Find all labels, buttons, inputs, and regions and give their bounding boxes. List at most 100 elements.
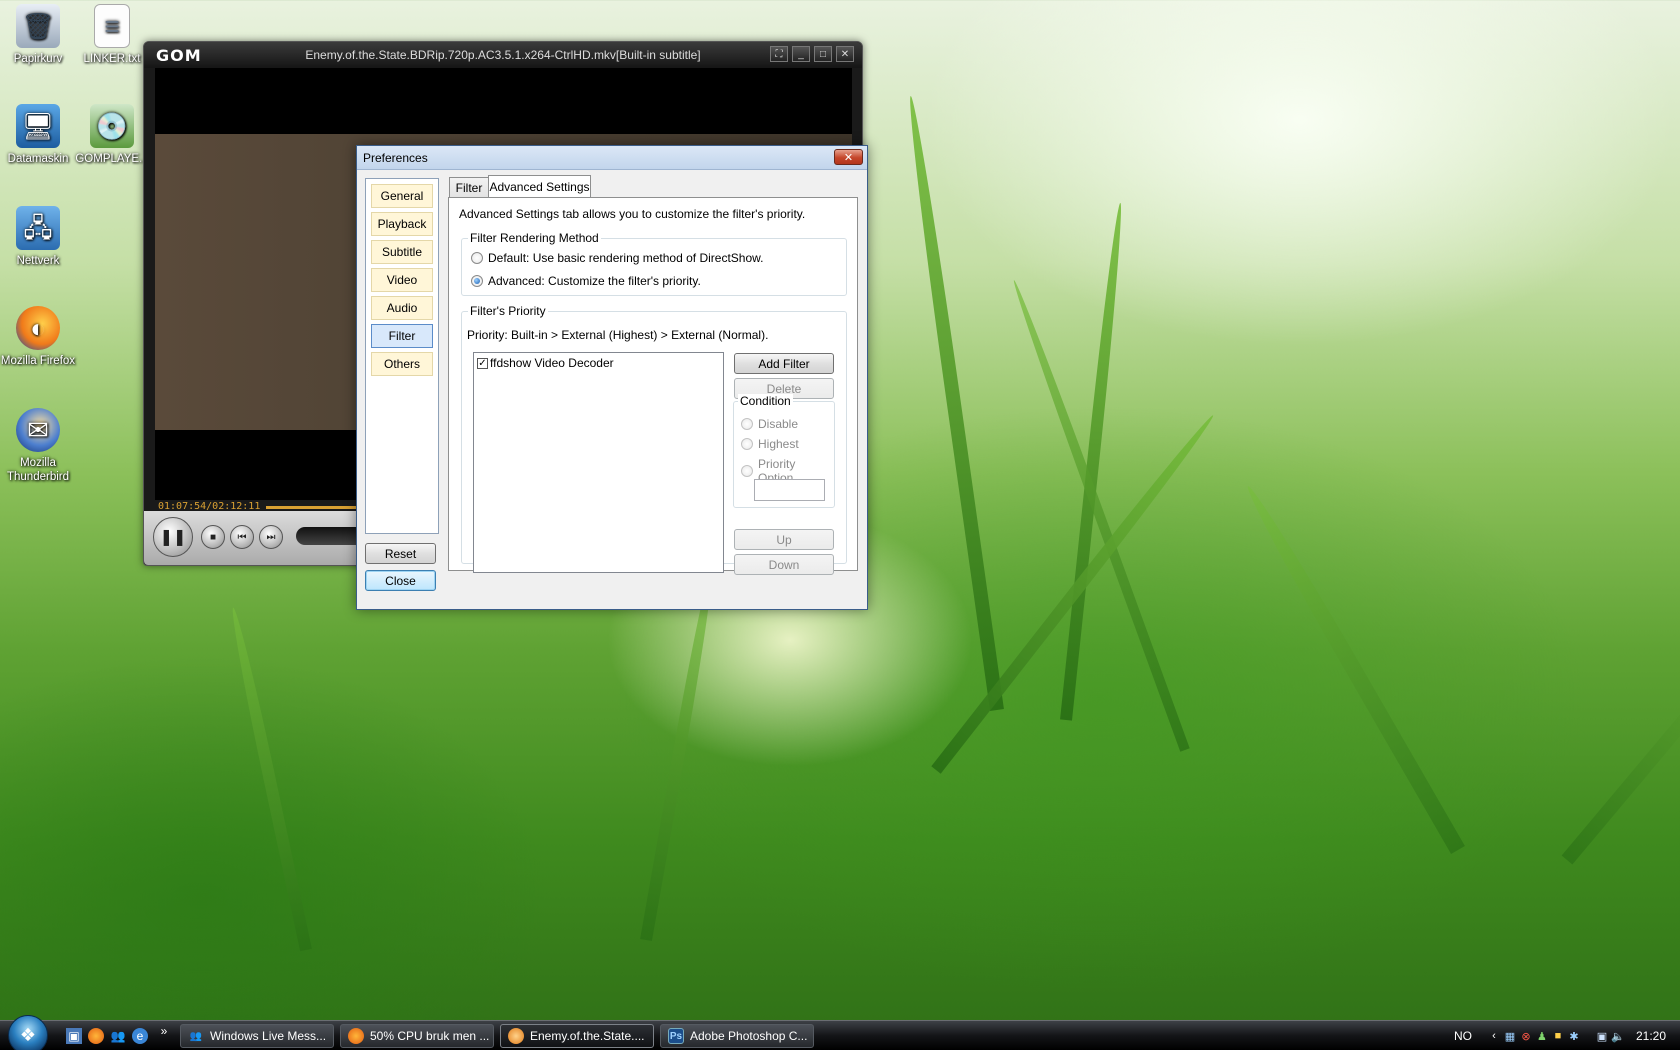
app-tray-icon[interactable]: ■ [1550,1028,1566,1044]
rendering-advanced-option[interactable]: Advanced: Customize the filter's priorit… [471,274,701,288]
volume-icon[interactable]: 🔈 [1610,1028,1626,1044]
preferences-dialog[interactable]: Preferences ✕ General Playback Subtitle … [356,145,868,610]
internet-explorer-icon[interactable]: e [132,1028,148,1044]
group-label: Filter Rendering Method [468,231,601,245]
fullscreen-icon[interactable]: ⛶ [770,46,788,62]
priority-value-input[interactable] [754,479,825,501]
bluetooth-icon[interactable]: ✱ [1566,1028,1582,1044]
radio-advanced[interactable] [471,275,483,287]
language-indicator[interactable]: NO [1454,1029,1472,1043]
rendering-advanced-label: Advanced: Customize the filter's priorit… [488,274,701,288]
firefox-icon[interactable] [88,1028,104,1044]
desktop-icon-linker-txt[interactable]: ≡ LINKER.txt [74,4,150,66]
text-file-icon: ≡ [94,4,130,48]
desktop-icon-label: Datamaskin [7,153,69,165]
taskbar: ❖ ▣ 👥 e » 👥 Windows Live Mess... 50% CPU… [0,1015,1680,1050]
messenger-icon[interactable]: 👥 [110,1028,126,1044]
category-playback[interactable]: Playback [371,212,433,236]
radio-default[interactable] [471,252,483,264]
group-label: Filter's Priority [468,304,548,318]
installer-icon: 💿 [90,104,134,148]
radio-priority-option[interactable] [741,465,753,477]
security-alert-icon[interactable]: ⊗ [1518,1028,1534,1044]
desktop-icon-computer[interactable]: 🖥 Datamaskin [0,104,76,166]
messenger-tray-icon[interactable]: ♟ [1534,1028,1550,1044]
gom-icon [508,1028,524,1044]
thunderbird-icon: ✉ [16,408,60,452]
filter-name: ffdshow Video Decoder [490,356,614,370]
task-label: 50% CPU bruk men ... [370,1029,490,1043]
filter-rendering-method-group: Filter Rendering Method Default: Use bas… [461,231,847,296]
desktop-icon-label: Nettverk [16,255,60,267]
radio-disable[interactable] [741,418,753,430]
network-tray-icon[interactable]: ▦ [1502,1028,1518,1044]
next-button[interactable]: ⏭ [259,525,283,549]
desktop-icon-label: GOMPLAYE... [75,153,149,165]
task-gom-player[interactable]: Enemy.of.the.State.... [500,1024,654,1048]
radio-highest[interactable] [741,438,753,450]
task-windows-live-messenger[interactable]: 👥 Windows Live Mess... [180,1024,334,1048]
task-photoshop[interactable]: Ps Adobe Photoshop C... [660,1024,814,1048]
task-firefox[interactable]: 50% CPU bruk men ... [340,1024,494,1048]
recycle-bin-icon: 🗑 [16,4,60,48]
start-button[interactable]: ❖ [8,1015,48,1050]
previous-button[interactable]: ⏮ [230,525,254,549]
category-filter[interactable]: Filter [371,324,433,348]
desktop-icon-thunderbird[interactable]: ✉ Mozilla Thunderbird [0,408,76,484]
desktop-icon-network[interactable]: 🖧 Nettverk [0,206,76,268]
rendering-default-option[interactable]: Default: Use basic rendering method of D… [471,251,763,265]
condition-highest-label: Highest [758,437,799,451]
category-others[interactable]: Others [371,352,433,376]
condition-disable-option[interactable]: Disable [741,417,798,431]
minimize-icon[interactable]: _ [792,46,810,62]
stop-button[interactable]: ■ [201,525,225,549]
show-desktop-icon[interactable]: ▣ [66,1028,82,1044]
display-tray-icon[interactable]: ▣ [1594,1028,1610,1044]
windows-logo-icon: ❖ [19,1024,37,1045]
quick-launch-expand-icon[interactable]: » [156,1023,172,1039]
category-audio[interactable]: Audio [371,296,433,320]
firefox-icon [348,1028,364,1044]
maximize-icon[interactable]: □ [814,46,832,62]
desktop-icon-recycle-bin[interactable]: 🗑 Papirkurv [0,4,76,66]
preferences-title: Preferences [363,150,428,165]
network-icon: 🖧 [16,206,60,250]
reset-button[interactable]: Reset [365,543,436,564]
gom-title-bar[interactable]: GOM Enemy.of.the.State.BDRip.720p.AC3.5.… [144,42,862,68]
tab-filter[interactable]: Filter [449,177,489,197]
photoshop-icon: Ps [668,1028,684,1044]
category-video[interactable]: Video [371,268,433,292]
filter-list[interactable]: ✓ ffdshow Video Decoder [473,352,724,573]
messenger-icon: 👥 [189,1030,203,1042]
task-label: Windows Live Mess... [210,1029,327,1043]
clock[interactable]: 21:20 [1636,1029,1666,1043]
close-icon[interactable]: ✕ [834,149,863,165]
close-button[interactable]: Close [365,570,436,591]
tab-description: Advanced Settings tab allows you to cust… [459,207,806,221]
desktop-icon-label: Mozilla Thunderbird [6,457,69,483]
add-filter-button[interactable]: Add Filter [734,353,834,374]
tab-advanced-settings[interactable]: Advanced Settings [488,175,591,197]
pause-button[interactable]: ❚❚ [153,517,193,557]
desktop-icon-gomplayer-installer[interactable]: 💿 GOMPLAYE... [74,104,150,166]
system-tray: NO ‹ ▦ ⊗ ♟ ■ ✱ ▣ 🔈 21:20 [1454,1021,1680,1050]
preferences-title-bar[interactable]: Preferences ✕ [357,146,867,170]
desktop-icon-firefox[interactable]: ◐ Mozilla Firefox [0,306,76,368]
up-button[interactable]: Up [734,529,834,550]
firefox-icon: ◐ [16,306,60,350]
group-label: Condition [738,394,793,408]
tray-expand-icon[interactable]: ‹ [1486,1028,1502,1044]
close-icon[interactable]: ✕ [836,46,854,62]
gom-window-title: Enemy.of.the.State.BDRip.720p.AC3.5.1.x2… [305,48,701,62]
list-item[interactable]: ✓ ffdshow Video Decoder [474,353,723,373]
category-general[interactable]: General [371,184,433,208]
computer-icon: 🖥 [16,104,60,148]
condition-group: Condition Disable Highest Priority Optio… [733,394,835,508]
category-subtitle[interactable]: Subtitle [371,240,433,264]
desktop-icon-label: Papirkurv [13,53,63,65]
down-button[interactable]: Down [734,554,834,575]
task-label: Enemy.of.the.State.... [530,1029,645,1043]
filter-checkbox[interactable]: ✓ [477,357,488,369]
preferences-category-list: General Playback Subtitle Video Audio Fi… [365,178,439,534]
condition-highest-option[interactable]: Highest [741,437,799,451]
